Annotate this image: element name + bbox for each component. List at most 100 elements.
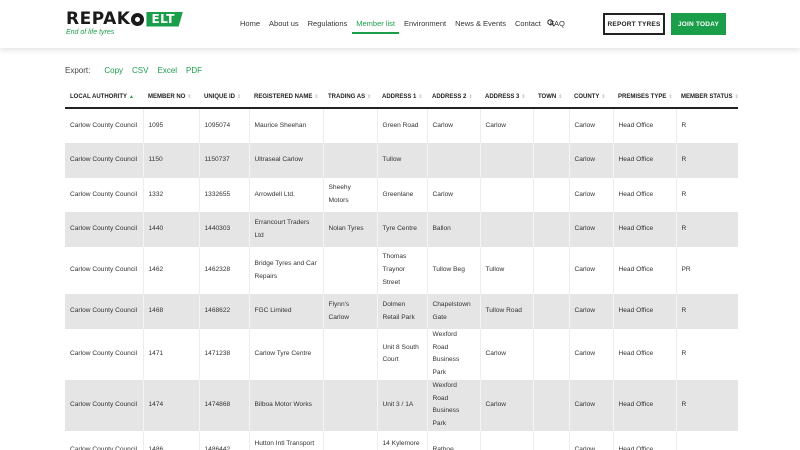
table-cell: Carlow (568, 212, 613, 247)
sort-icon: ⇕ (367, 94, 372, 100)
column-header-address-1[interactable]: ADDRESS 1 ⇕ (377, 87, 427, 109)
logo-text: REPAK (66, 9, 131, 29)
nav-item-member-list[interactable]: Member list (352, 19, 399, 35)
table-cell: Errancourt Traders Ltd (248, 212, 323, 247)
logo-tagline: End of life tyres (66, 29, 115, 36)
table-cell: Tullow Beg (426, 247, 480, 294)
main-navigation: Home About us Regulations Member list Enviro… (240, 19, 574, 35)
column-header-trading-as[interactable]: TRADING AS ⇕ (323, 87, 377, 109)
sort-icon: ⇕ (418, 94, 423, 100)
table-cell (426, 143, 480, 178)
nav-item-environment[interactable]: Environment (404, 19, 446, 35)
table-cell: R (675, 108, 738, 143)
nav-item-regulations[interactable]: Regulations (308, 19, 348, 35)
export-excel-button[interactable]: Excel (157, 66, 177, 75)
nav-item-about-us[interactable]: About us (269, 19, 299, 35)
export-copy-button[interactable]: Copy (104, 66, 123, 75)
nav-item-home[interactable]: Home (240, 19, 260, 35)
table-cell: 1486442 (198, 430, 249, 450)
sort-icon: ⇕ (521, 94, 526, 100)
table-cell: 1471 (142, 329, 199, 380)
export-pdf-button[interactable]: PDF (186, 66, 202, 75)
export-toolbar: Export: Copy CSV Excel PDF (65, 66, 211, 75)
table-cell: 14 Kylemore Hill (376, 430, 427, 450)
column-header-label: ADDRESS 1 (382, 94, 417, 100)
table-cell: 1150 (142, 143, 199, 178)
table-cell: Carlow County Council (70, 156, 138, 164)
table-cell: Carlow (568, 379, 613, 431)
column-header-local-authority[interactable]: LOCAL AUTHORITY ▲ (65, 87, 143, 109)
table-cell: 1474868 (198, 379, 249, 431)
table-cell: Ballon (426, 212, 480, 247)
table-cell: Carlow (479, 329, 533, 380)
table-cell (675, 430, 738, 450)
table-cell: Head Office (612, 247, 676, 294)
table-cell: Carlow (426, 108, 480, 143)
table-cell: Arrowdell Ltd. (248, 178, 323, 212)
table-cell (532, 178, 569, 212)
table-cell (532, 379, 569, 431)
table-cell: 1095074 (198, 108, 249, 143)
column-header-label: PREMISES TYPE (618, 94, 667, 100)
table-row: Carlow County Council 1486 1486442 Hutton I… (65, 430, 738, 450)
table-cell (479, 212, 533, 247)
repak-elt-logo[interactable]: REPAK ELT End of life tyres (66, 10, 183, 36)
table-cell: Head Office (612, 108, 676, 143)
table-cell (532, 212, 569, 247)
table-cell: Green Road (376, 108, 427, 143)
table-cell: FGC Limited (248, 294, 323, 329)
column-header-registered-name[interactable]: REGISTERED NAME ⇕ (249, 87, 323, 109)
table-cell: Bilboa Motor Works (248, 379, 323, 431)
table-cell: 1440303 (198, 212, 249, 247)
table-cell (479, 430, 533, 450)
column-header-member-no[interactable]: MEMBER NO ⇕ (143, 87, 199, 109)
column-header-premises-type[interactable]: PREMISES TYPE ⇕ (613, 87, 676, 109)
table-cell: 1332655 (198, 178, 249, 212)
column-header-address-2[interactable]: ADDRESS 2 ⇕ (427, 87, 480, 109)
table-cell: Carlow (479, 108, 533, 143)
table-row: Carlow County Council 1468 1468622 FGC Limi… (65, 294, 738, 329)
table-row: Carlow County Council 1462 1462328 Bridge T… (65, 247, 738, 294)
sort-icon: ⇕ (558, 94, 563, 100)
table-row: Carlow County Council 1150 1150737 Ultrasea… (65, 143, 738, 178)
table-cell (322, 329, 377, 380)
table-row: Carlow County Council 1440 1440303 Errancou… (65, 212, 738, 247)
report-tyres-button[interactable]: REPORT TYRES (603, 13, 665, 35)
sort-icon: ⇕ (314, 94, 319, 100)
nav-item-news-events[interactable]: News & Events (455, 19, 506, 35)
table-cell (532, 329, 569, 380)
column-header-label: MEMBER NO (148, 94, 186, 100)
table-cell: Tullow Road (479, 294, 533, 329)
table-cell: Tyre Centre (376, 212, 427, 247)
table-cell: Greenlane (376, 178, 427, 212)
table-cell: Head Office (612, 430, 676, 450)
table-row: Carlow County Council 1471 1471238 Carlow T… (65, 329, 738, 380)
table-cell: Sheehy Motors (322, 178, 377, 212)
table-cell: 1440 (142, 212, 199, 247)
nav-item-contact[interactable]: Contact (515, 19, 541, 35)
sort-icon: ⇕ (468, 94, 473, 100)
table-cell: Unit 8 South Court (376, 329, 427, 380)
table-cell: 1150737 (198, 143, 249, 178)
table-cell: Head Office (612, 294, 676, 329)
table-cell: 1462328 (198, 247, 249, 294)
table-header-row: LOCAL AUTHORITY ▲ MEMBER NO ⇕ UNIQUE ID ⇕ REGI… (65, 87, 739, 109)
table-cell: Head Office (612, 143, 676, 178)
column-header-unique-id[interactable]: UNIQUE ID ⇕ (199, 87, 249, 109)
column-header-address-3[interactable]: ADDRESS 3 ⇕ (480, 87, 533, 109)
column-header-member-status[interactable]: MEMBER STATUS ⇕ (676, 87, 739, 109)
table-cell: Carlow County Council (70, 225, 138, 233)
table-cell: Hutton Intl Transport Ltd (248, 430, 323, 450)
table-cell: Carlow Tyre Centre (248, 329, 323, 380)
search-icon[interactable] (547, 19, 555, 27)
join-today-button[interactable]: JOIN TODAY (671, 13, 726, 35)
logo-elt-badge: ELT (146, 11, 183, 27)
column-header-town[interactable]: TOWN ⇕ (533, 87, 569, 109)
export-csv-button[interactable]: CSV (132, 66, 148, 75)
table-cell: 1474 (142, 379, 199, 431)
table-cell: Flynn's Carlow (322, 294, 377, 329)
column-header-label: UNIQUE ID (204, 94, 236, 100)
column-header-label: COUNTY (574, 94, 600, 100)
column-header-county[interactable]: COUNTY ⇕ (569, 87, 613, 109)
table-cell: Carlow County Council (70, 266, 138, 274)
